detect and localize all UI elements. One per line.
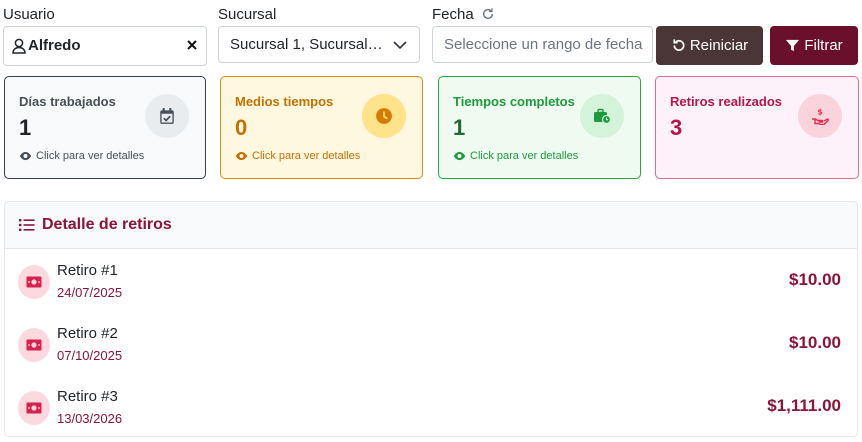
list-icon — [19, 219, 35, 231]
retiro-amount: $1,111.00 — [767, 396, 841, 415]
money-bill-icon — [18, 265, 50, 299]
retiro-date: 24/07/2025 — [57, 285, 123, 300]
refresh-icon[interactable] — [481, 7, 495, 21]
card-link-label: Click para ver detalles — [470, 150, 579, 162]
card-dias-trabajados[interactable]: Días trabajados 1 Click para ver detalle… — [4, 76, 206, 179]
card-title: Tiempos completos — [453, 94, 575, 109]
card-value: 0 — [235, 115, 248, 140]
branch-select[interactable]: Sucursal 1, Sucursal… — [218, 26, 420, 63]
reset-button[interactable]: Reiniciar — [656, 26, 763, 65]
card-retiros-realizados[interactable]: Retiros realizados 3 $ — [655, 76, 859, 179]
card-link[interactable]: Click para ver detalles — [19, 150, 144, 162]
clear-icon[interactable] — [186, 39, 198, 51]
retiros-panel: Detalle de retiros Retiro #1 24/07/2025 … — [4, 201, 858, 437]
retiro-date: 13/03/2026 — [57, 411, 123, 426]
filter-button[interactable]: Filtrar — [770, 26, 858, 65]
user-icon — [12, 38, 26, 54]
retiro-amount: $10.00 — [789, 270, 841, 289]
card-title: Retiros realizados — [670, 94, 782, 109]
card-value: 1 — [453, 115, 466, 140]
retiros-panel-header: Detalle de retiros — [5, 202, 857, 249]
retiro-date: 07/10/2025 — [57, 348, 123, 363]
money-bill-icon — [18, 328, 50, 362]
user-label: Usuario — [3, 6, 55, 23]
date-label: Fecha — [432, 6, 474, 23]
eye-icon — [235, 151, 248, 161]
list-item: Retiro #1 24/07/2025 $10.00 — [5, 254, 857, 314]
card-link-label: Click para ver detalles — [36, 150, 145, 162]
reset-label: Reiniciar — [689, 37, 749, 54]
calendar-check-icon — [145, 94, 189, 138]
eye-icon — [19, 151, 32, 161]
card-link[interactable]: Click para ver detalles — [235, 150, 360, 162]
list-item: Retiro #3 13/03/2026 $1,111.00 — [5, 380, 857, 436]
retiro-amount: $10.00 — [789, 333, 841, 352]
undo-icon — [673, 39, 685, 51]
card-title: Medios tiempos — [235, 94, 334, 109]
hand-dollar-icon: $ — [798, 94, 842, 138]
card-title: Días trabajados — [19, 94, 116, 109]
card-link[interactable]: Click para ver detalles — [453, 150, 578, 162]
clock-icon — [362, 94, 406, 138]
card-tiempos-completos[interactable]: Tiempos completos 1 Click para ver detal… — [438, 76, 641, 179]
card-value: 3 — [670, 115, 683, 140]
retiro-name: Retiro #1 — [57, 262, 118, 279]
card-medios-tiempos[interactable]: Medios tiempos 0 Click para ver detalles — [220, 76, 423, 179]
branch-value: Sucursal 1, Sucursal… — [230, 36, 383, 53]
date-label-group: Fecha — [432, 6, 495, 23]
date-range-input[interactable] — [432, 26, 653, 63]
filter-icon — [786, 39, 800, 52]
card-value: 1 — [19, 115, 32, 140]
eye-icon — [453, 151, 466, 161]
filter-label: Filtrar — [804, 37, 843, 54]
user-value: Alfredo — [28, 37, 81, 54]
money-bill-icon — [18, 391, 50, 425]
branch-label: Sucursal — [218, 6, 277, 23]
svg-text:$: $ — [817, 108, 823, 117]
card-link-label: Click para ver detalles — [252, 150, 361, 162]
chevron-down-icon — [393, 41, 407, 50]
retiros-panel-title: Detalle de retiros — [42, 216, 172, 233]
retiro-name: Retiro #3 — [57, 388, 118, 405]
user-field[interactable]: Alfredo — [3, 26, 207, 66]
retiro-name: Retiro #2 — [57, 325, 118, 342]
list-item: Retiro #2 07/10/2025 $10.00 — [5, 317, 857, 377]
briefcase-clock-icon — [580, 94, 624, 138]
